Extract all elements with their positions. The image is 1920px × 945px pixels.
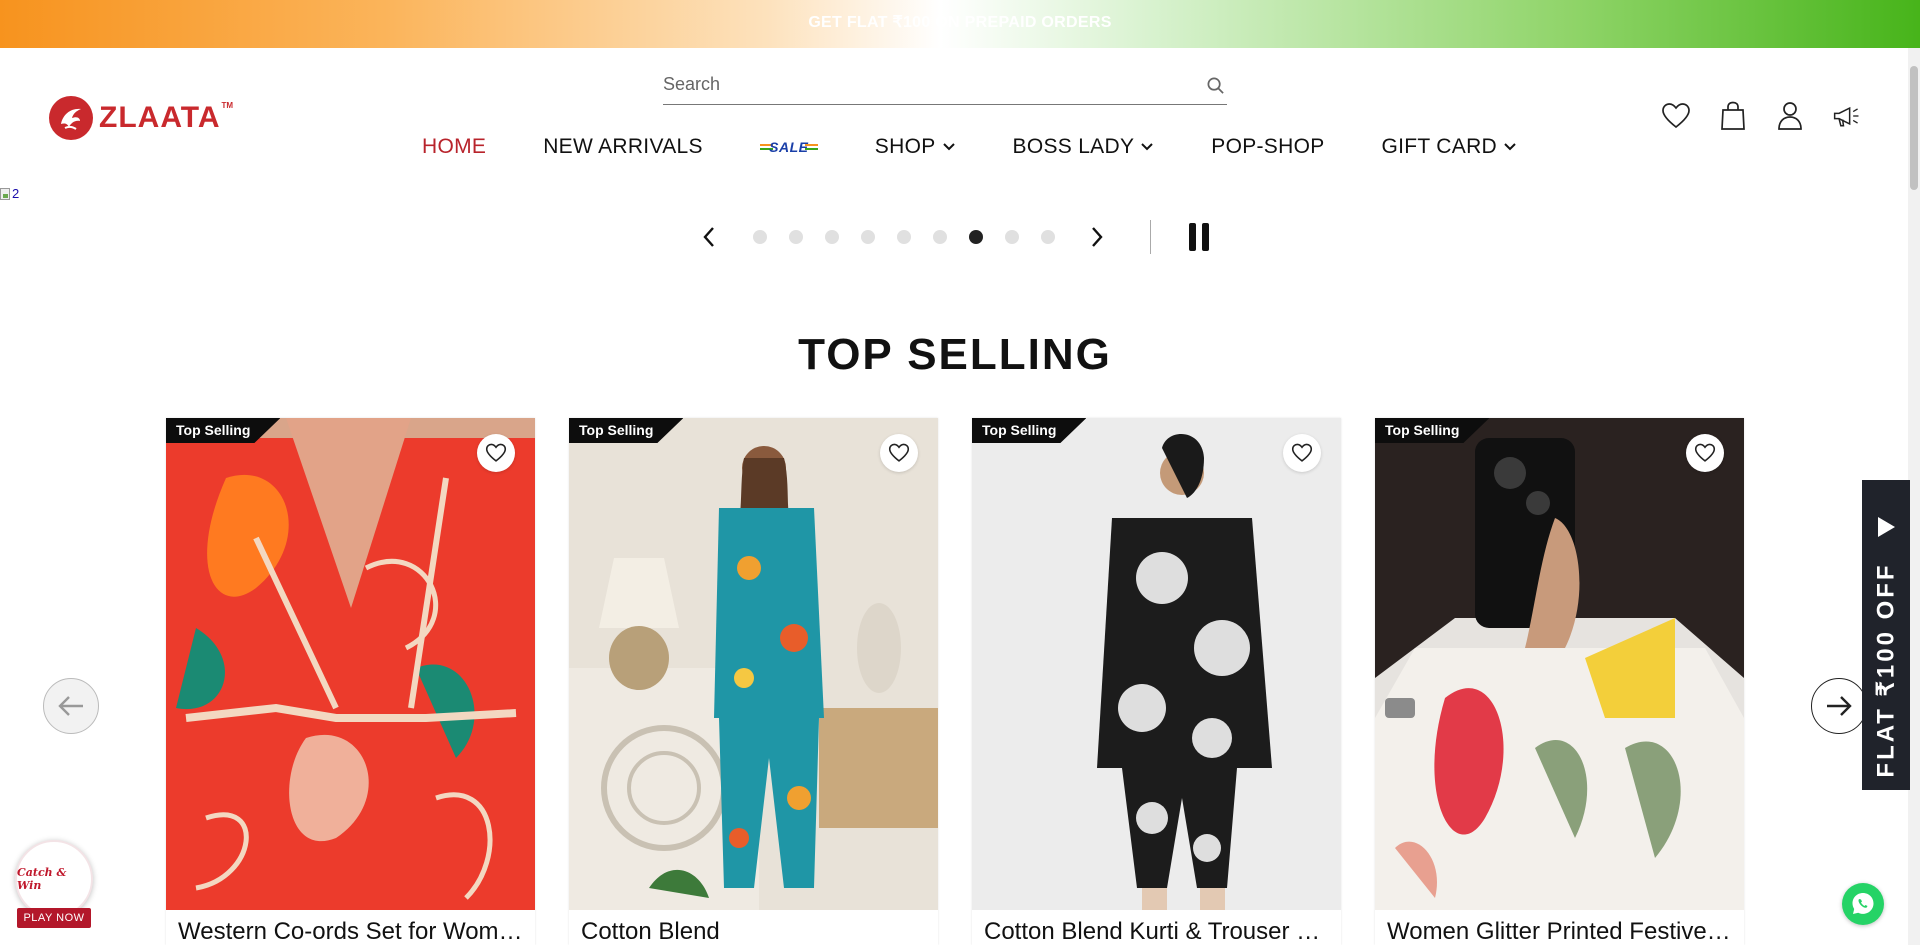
slider-dot[interactable] <box>969 230 983 244</box>
search-icon[interactable] <box>1206 76 1225 100</box>
logo-text: ZLAATA <box>99 100 221 134</box>
wishlist-button[interactable] <box>1661 100 1691 132</box>
nav-item-label: HOME <box>422 135 487 158</box>
slider-dot[interactable] <box>753 230 767 244</box>
megaphone-icon <box>1833 106 1859 127</box>
pause-icon-bar <box>1202 223 1209 251</box>
heart-icon <box>485 443 507 462</box>
cart-button[interactable] <box>1718 100 1748 132</box>
announcements-button[interactable] <box>1832 100 1862 132</box>
add-to-wishlist-button[interactable] <box>1283 434 1321 472</box>
product-title[interactable]: Women Glitter Printed Festive Top <box>1387 918 1732 945</box>
heart-icon <box>1662 103 1690 129</box>
slider-dots <box>742 230 1066 244</box>
announcement-text: GET FLAT ₹100 ON PREPAID ORDERS <box>808 14 1112 31</box>
play-now-button[interactable]: PLAY NOW <box>17 908 91 928</box>
nav-item-label: GIFT CARD <box>1381 135 1498 158</box>
arrow-left-icon <box>58 696 83 716</box>
nav-item-label: SHOP <box>874 135 936 158</box>
product-card[interactable]: Top Selling Women Glitter Printed Festiv… <box>1375 418 1744 945</box>
offer-text: FLAT ₹100 OFF <box>1872 562 1900 778</box>
slider-divider <box>1150 220 1151 254</box>
nav-item-pop-shop[interactable]: POP-SHOP <box>1211 135 1324 159</box>
product-card[interactable]: Top Selling Cotton Blend <box>569 418 938 945</box>
nav-item-sale[interactable]: SALE <box>759 131 818 163</box>
announcement-bar: GET FLAT ₹100 ON PREPAID ORDERS <box>0 0 1920 48</box>
product-image[interactable] <box>166 418 535 910</box>
heart-icon <box>1694 443 1716 462</box>
brand-logo[interactable]: ZLAATA TM <box>49 95 233 140</box>
product-title[interactable]: Cotton Blend Kurti & Trouser Set <box>984 918 1329 945</box>
nav-item-boss-lady[interactable]: BOSS LADY <box>1013 135 1155 159</box>
product-image[interactable] <box>1375 418 1744 910</box>
chevron-left-icon <box>703 227 714 247</box>
account-button[interactable] <box>1775 100 1805 132</box>
catch-and-win-widget[interactable]: Catch & Win PLAY NOW <box>15 840 93 932</box>
whatsapp-icon <box>1852 893 1874 914</box>
header-actions <box>1634 100 1862 132</box>
logo-mark-icon <box>49 95 93 140</box>
product-title[interactable]: Western Co-ords Set for Women <box>178 918 523 945</box>
nav-item-label: NEW ARRIVALS <box>543 135 703 158</box>
broken-image-icon <box>0 187 10 200</box>
banner-slider-controls <box>690 218 1214 256</box>
slider-next-button[interactable] <box>1078 218 1116 256</box>
nav-item-new-arrivals[interactable]: NEW ARRIVALS <box>543 135 703 159</box>
nav-item-home[interactable]: HOME <box>422 135 486 159</box>
logo-trademark: TM <box>221 101 234 110</box>
sale-badge-label: SALE <box>769 139 809 155</box>
slider-pause-button[interactable] <box>1184 218 1214 256</box>
search-input[interactable] <box>663 68 1183 100</box>
flat-offer-tab[interactable]: FLAT ₹100 OFF <box>1862 480 1910 790</box>
chevron-right-icon <box>1092 227 1103 247</box>
add-to-wishlist-button[interactable] <box>1686 434 1724 472</box>
product-card[interactable]: Top Selling Western Co-ords Set for Wome… <box>166 418 535 945</box>
scrollbar-thumb[interactable] <box>1910 66 1918 190</box>
nav-item-label: BOSS LADY <box>1012 135 1135 158</box>
chevron-down-icon <box>1141 143 1153 151</box>
bag-icon <box>1721 101 1745 130</box>
carousel-prev-button[interactable] <box>43 678 99 734</box>
slider-dot[interactable] <box>789 230 803 244</box>
slider-dot[interactable] <box>1041 230 1055 244</box>
nav-item-gift-card[interactable]: GIFT CARD <box>1382 135 1517 159</box>
slider-dot[interactable] <box>933 230 947 244</box>
play-icon <box>1878 517 1895 537</box>
product-title[interactable]: Cotton Blend <box>581 918 926 945</box>
banner-alt-text: 2 <box>12 186 20 201</box>
nav-item-shop[interactable]: SHOP <box>875 135 956 159</box>
catch-win-title: Catch & Win <box>17 866 67 892</box>
slider-dot[interactable] <box>861 230 875 244</box>
add-to-wishlist-button[interactable] <box>880 434 918 472</box>
main-nav: HOME NEW ARRIVALS SALE SHOP BOSS LADY PO… <box>422 131 1574 163</box>
whatsapp-chat-button[interactable] <box>1842 883 1884 925</box>
slider-dot[interactable] <box>1005 230 1019 244</box>
nav-item-label: POP-SHOP <box>1211 135 1325 158</box>
search-bar <box>663 68 1227 105</box>
pause-icon <box>1189 223 1196 251</box>
slider-prev-button[interactable] <box>690 218 728 256</box>
heart-icon <box>888 443 910 462</box>
heart-icon <box>1291 443 1313 462</box>
user-icon <box>1778 102 1802 130</box>
slider-dot[interactable] <box>897 230 911 244</box>
product-card[interactable]: Top Selling Cotton Blend Kurti & Trouser… <box>972 418 1341 945</box>
product-image[interactable] <box>569 418 938 910</box>
hero-banner-image[interactable]: 2 <box>0 186 19 201</box>
product-image[interactable] <box>972 418 1341 910</box>
carousel-next-button[interactable] <box>1811 678 1867 734</box>
arrow-right-icon <box>1827 696 1852 716</box>
chevron-down-icon <box>942 143 955 151</box>
add-to-wishlist-button[interactable] <box>477 434 515 472</box>
catch-win-badge: Catch & Win <box>15 840 93 918</box>
slider-dot[interactable] <box>825 230 839 244</box>
section-title: TOP SELLING <box>798 330 1112 379</box>
chevron-down-icon <box>1504 143 1516 151</box>
